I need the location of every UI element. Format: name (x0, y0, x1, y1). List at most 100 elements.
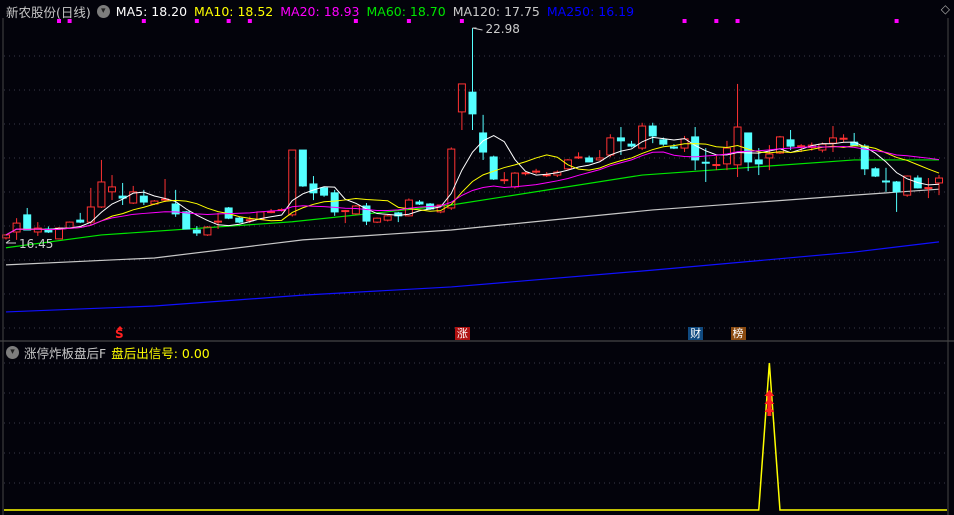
candle-body (532, 170, 541, 173)
indicator-line (4, 362, 947, 511)
chevron-down-circle-icon[interactable]: ▾ (96, 5, 110, 18)
candle (532, 168, 541, 174)
candle (871, 167, 880, 178)
candle (489, 155, 498, 180)
candle-body (828, 137, 837, 144)
event-badge[interactable]: 榜 (730, 327, 746, 340)
signal-mark (714, 19, 719, 23)
signal-mark (682, 19, 687, 23)
ma-label-2: MA20: 18.93 (280, 4, 360, 19)
candle-body (351, 205, 360, 215)
ma5-line (5, 135, 940, 236)
candle-body (669, 146, 678, 149)
grid-lines (4, 55, 947, 484)
ma-label-3: MA60: 18.70 (366, 4, 446, 19)
candle (585, 155, 594, 163)
candle (383, 214, 392, 222)
candle (203, 226, 212, 236)
candle-body (627, 143, 636, 147)
candle-body (574, 156, 583, 159)
candle-body (373, 217, 382, 223)
candle (468, 28, 477, 130)
candle (97, 159, 106, 208)
short-moving-averages (5, 135, 940, 236)
candle-body (298, 149, 307, 187)
candle (786, 129, 795, 151)
diamond-icon[interactable]: ◇ (941, 2, 950, 16)
ma60-line (5, 159, 939, 249)
chart-header: 新农股份 (日线) ▾ MA5: 18.20 MA10: 18.52 MA20: 1… (6, 2, 634, 21)
candle-body (309, 183, 318, 194)
high-price-label: 22.98 (486, 22, 520, 36)
candle-body (786, 139, 795, 147)
kline-chart[interactable]: 22.98 16.45 S (0, 0, 954, 515)
candle-body (139, 195, 148, 203)
candle-body (288, 149, 297, 216)
candle-body (415, 201, 424, 205)
candle-body (76, 219, 85, 223)
candle-body (871, 168, 880, 177)
candle-body (701, 161, 710, 164)
stock-name: 新农股份 (6, 5, 57, 20)
ma-label-0: MA5: 18.20 (115, 4, 188, 19)
candle-body (468, 91, 477, 115)
candle (298, 149, 307, 187)
candle (479, 114, 488, 160)
candle (691, 127, 700, 171)
candle-body (65, 221, 74, 229)
ma-label-1: MA10: 18.52 (194, 4, 274, 19)
candle-body (638, 125, 647, 149)
candle (192, 226, 201, 236)
candle (701, 148, 710, 182)
candle-body (935, 177, 943, 184)
candle-body (383, 215, 392, 221)
candle-body (712, 164, 721, 167)
candle (722, 140, 731, 171)
event-badge[interactable]: 财 (688, 327, 704, 340)
ma10-line (5, 143, 940, 236)
candle-body (659, 139, 668, 145)
candle (457, 83, 466, 130)
candle (775, 135, 784, 155)
candle-body (267, 211, 276, 214)
candle (935, 175, 943, 196)
candle-body (479, 132, 488, 153)
candle (500, 172, 509, 184)
candle (415, 200, 424, 206)
chevron-down-circle-icon[interactable]: ▾ (6, 346, 19, 359)
candle (850, 132, 859, 146)
candle (309, 176, 318, 201)
low-price-label: 16.45 (19, 237, 53, 251)
ma-label-5: MA250: 16.19 (546, 4, 635, 19)
period-label[interactable]: (日线) (56, 2, 91, 21)
indicator-name[interactable]: 涨停炸板盘后F (24, 343, 106, 362)
candle (23, 207, 32, 231)
candle (330, 189, 339, 216)
candle-body (648, 125, 657, 137)
indicator-plot (4, 362, 947, 511)
candle-body (881, 180, 890, 183)
candle-body (722, 147, 731, 165)
candle-body (97, 181, 106, 208)
candle (924, 178, 933, 199)
long-moving-averages (5, 159, 940, 313)
candle (595, 150, 604, 161)
candle-body (606, 137, 615, 156)
candle-body (775, 136, 784, 154)
candle-body (214, 220, 223, 223)
event-badge[interactable]: 涨 (454, 327, 470, 340)
candle (108, 175, 117, 201)
candle-body (447, 148, 456, 209)
candle (574, 152, 583, 159)
candle (627, 140, 636, 148)
indicator-signal-value: 盘后出信号: 0.00 (111, 346, 210, 361)
candle-body (744, 132, 753, 163)
candle (182, 210, 191, 230)
candle-body (235, 217, 244, 223)
candle-body (616, 137, 625, 142)
candle (744, 132, 753, 172)
candle (648, 122, 657, 144)
candle-body (797, 145, 806, 148)
candle-body (320, 187, 329, 196)
low-price-marker: 16.45 (5, 237, 53, 251)
